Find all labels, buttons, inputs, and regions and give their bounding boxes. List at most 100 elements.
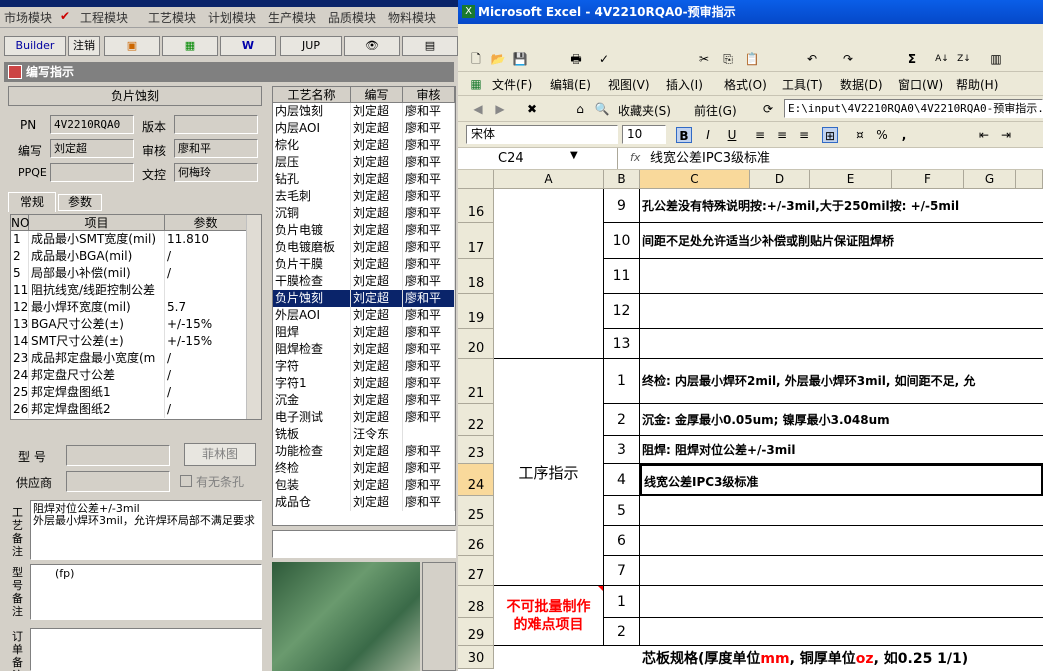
row-header[interactable]: 17 (458, 223, 494, 259)
col-header-e[interactable]: E (810, 170, 892, 189)
param-row[interactable]: 25 邦定焊盘图纸1/ (11, 384, 261, 401)
cell-b[interactable]: 7 (604, 556, 640, 586)
address-field[interactable]: E:\input\4V2210RQA0\4V2210RQA0-预审指示.xl (784, 99, 1043, 118)
open-icon[interactable]: 📂 (490, 51, 506, 67)
order-note-field[interactable] (30, 628, 262, 671)
supplier-field[interactable] (66, 471, 170, 492)
no-hole-checkbox[interactable] (180, 475, 192, 487)
col-header-h[interactable] (1016, 170, 1043, 189)
cell-b[interactable]: 13 (604, 329, 640, 359)
cell-b[interactable]: 1 (604, 586, 640, 618)
cell-c[interactable] (640, 329, 1043, 359)
process-note-field[interactable]: 阻焊对位公差+/-3mil 外层最小焊环3mil，允许焊环局部不满足要求 (30, 500, 262, 560)
worksheet-grid[interactable]: A B C D E F G 16 9 孔公差没有特殊说明按:+/-3mil,大于25… (458, 170, 1043, 671)
cell-b[interactable]: 10 (604, 223, 640, 259)
cell-c[interactable]: 孔公差没有特殊说明按:+/-3mil,大于250mil按: +/-5mil (640, 189, 1043, 223)
redo-icon[interactable]: ↷ (840, 51, 856, 67)
cell-c[interactable] (640, 618, 1043, 646)
row-header[interactable]: 24 (458, 464, 494, 496)
cell-b[interactable]: 12 (604, 294, 640, 329)
col-header-c[interactable]: C (640, 170, 750, 189)
reviewer-field[interactable]: 廖和平 (174, 139, 258, 158)
menu-engineering[interactable]: 工程模块 (80, 9, 128, 26)
process-row[interactable]: 字符1 刘定超 廖和平 (273, 375, 455, 392)
name-box[interactable]: C24 (458, 148, 618, 169)
param-row[interactable]: 14 SMT尺寸公差(±) +/-15% (11, 333, 261, 350)
database-icon[interactable]: ▤ (402, 36, 458, 56)
underline-button[interactable]: U (724, 127, 740, 143)
process-row[interactable]: 内层蚀刻 刘定超 廖和平 (273, 103, 455, 120)
row-header[interactable]: 30 (458, 646, 494, 669)
process-row[interactable]: 终检 刘定超 廖和平 (273, 460, 455, 477)
cell-c[interactable]: 终检: 内层最小焊环2mil, 外层最小焊环3mil, 如间距不足, 允 (640, 359, 1043, 404)
process-row[interactable]: 字符 刘定超 廖和平 (273, 358, 455, 375)
row-header[interactable]: 28 (458, 586, 494, 618)
cell-b[interactable]: 5 (604, 496, 640, 526)
process-row[interactable]: 负片蚀刻 刘定超 廖和平 (273, 290, 455, 307)
tab-general[interactable]: 常规 (8, 192, 56, 212)
cell-b[interactable]: 1 (604, 359, 640, 404)
menu-production[interactable]: 生产模块 (268, 9, 316, 26)
cell-difficulty-items[interactable]: 不可批量制作的难点项目 (494, 586, 604, 646)
cell-b[interactable]: 2 (604, 404, 640, 436)
process-row[interactable]: 功能检查 刘定超 廖和平 (273, 443, 455, 460)
eye-icon[interactable]: 👁 (344, 36, 400, 56)
process-row[interactable]: 干膜检查 刘定超 廖和平 (273, 273, 455, 290)
menu-data[interactable]: 数据(D) (840, 76, 883, 93)
save-icon[interactable]: 💾 (512, 51, 528, 67)
sort-asc-icon[interactable]: A↓ (934, 51, 950, 67)
row-header[interactable]: 19 (458, 294, 494, 329)
indent-icon[interactable]: ⇤ (976, 127, 992, 143)
process-table[interactable]: 工艺名称 编写 审核 内层蚀刻 刘定超 廖和平 内层AOI 刘定超 廖和平 棕化 刘定超 廖和平… (272, 86, 456, 526)
cell-c[interactable] (640, 259, 1043, 294)
goto-menu[interactable]: 前往(G) (694, 102, 737, 119)
process-row[interactable]: 铣板 汪令东 (273, 426, 455, 443)
process-row[interactable]: 包装 刘定超 廖和平 (273, 477, 455, 494)
print-icon[interactable]: 🖶 (568, 51, 584, 67)
process-row[interactable]: 层压 刘定超 廖和平 (273, 154, 455, 171)
process-row[interactable]: 阻焊检查 刘定超 廖和平 (273, 341, 455, 358)
cell-b[interactable]: 6 (604, 526, 640, 556)
word-icon[interactable]: W (220, 36, 276, 56)
row-header[interactable]: 21 (458, 359, 494, 404)
select-all-corner[interactable] (458, 170, 494, 189)
autosum-icon[interactable]: Σ (904, 51, 920, 67)
menu-market[interactable]: 市场模块 (4, 9, 52, 26)
jup-button[interactable]: JUP (280, 36, 342, 56)
process-row[interactable]: 阻焊 刘定超 廖和平 (273, 324, 455, 341)
cell-c[interactable] (640, 556, 1043, 586)
menu-insert[interactable]: 插入(I) (666, 76, 703, 93)
paste-icon[interactable]: 📋 (744, 51, 760, 67)
cell-c[interactable]: 沉金: 金厚最小0.05um; 镍厚最小3.048um (640, 404, 1043, 436)
process-row[interactable]: 负片干膜 刘定超 廖和平 (273, 256, 455, 273)
cell-c[interactable]: 线宽公差IPC3级标准 (640, 464, 1043, 496)
row-header[interactable]: 16 (458, 189, 494, 223)
menu-quality[interactable]: 品质模块 (328, 9, 376, 26)
sort-desc-icon[interactable]: Z↓ (956, 51, 972, 67)
tab-params[interactable]: 参数 (58, 194, 102, 211)
namebox-dropdown-icon[interactable]: ▼ (570, 150, 578, 161)
cell-a16-a20[interactable] (494, 189, 604, 359)
powerpoint-icon[interactable]: ▣ (104, 36, 160, 56)
font-size-select[interactable]: 10 (622, 125, 666, 144)
cell-c[interactable] (640, 294, 1043, 329)
merge-icon[interactable]: ⊞ (822, 127, 838, 143)
col-header-d[interactable]: D (750, 170, 810, 189)
refresh-icon[interactable]: ⟳ (760, 101, 776, 117)
menu-plan[interactable]: 计划模块 (208, 9, 256, 26)
cell-c[interactable]: 阻焊: 阻焊对位公差+/-3mil (640, 436, 1043, 464)
logout-button[interactable]: 注销 (68, 36, 100, 56)
process-row[interactable]: 钻孔 刘定超 廖和平 (273, 171, 455, 188)
forward-icon[interactable]: ▶ (492, 101, 508, 117)
menu-edit[interactable]: 编辑(E) (550, 76, 591, 93)
col-header-a[interactable]: A (494, 170, 604, 189)
menu-view[interactable]: 视图(V) (608, 76, 650, 93)
process-row[interactable]: 沉金 刘定超 廖和平 (273, 392, 455, 409)
cell-b[interactable]: 3 (604, 436, 640, 464)
process-row[interactable]: 内层AOI 刘定超 廖和平 (273, 120, 455, 137)
favorites-menu[interactable]: 收藏夹(S) (618, 102, 671, 119)
stop-icon[interactable]: ✖ (524, 101, 540, 117)
copy-icon[interactable]: ⎘ (720, 51, 736, 67)
spell-icon[interactable]: ✓ (596, 51, 612, 67)
model-field[interactable] (66, 445, 170, 466)
